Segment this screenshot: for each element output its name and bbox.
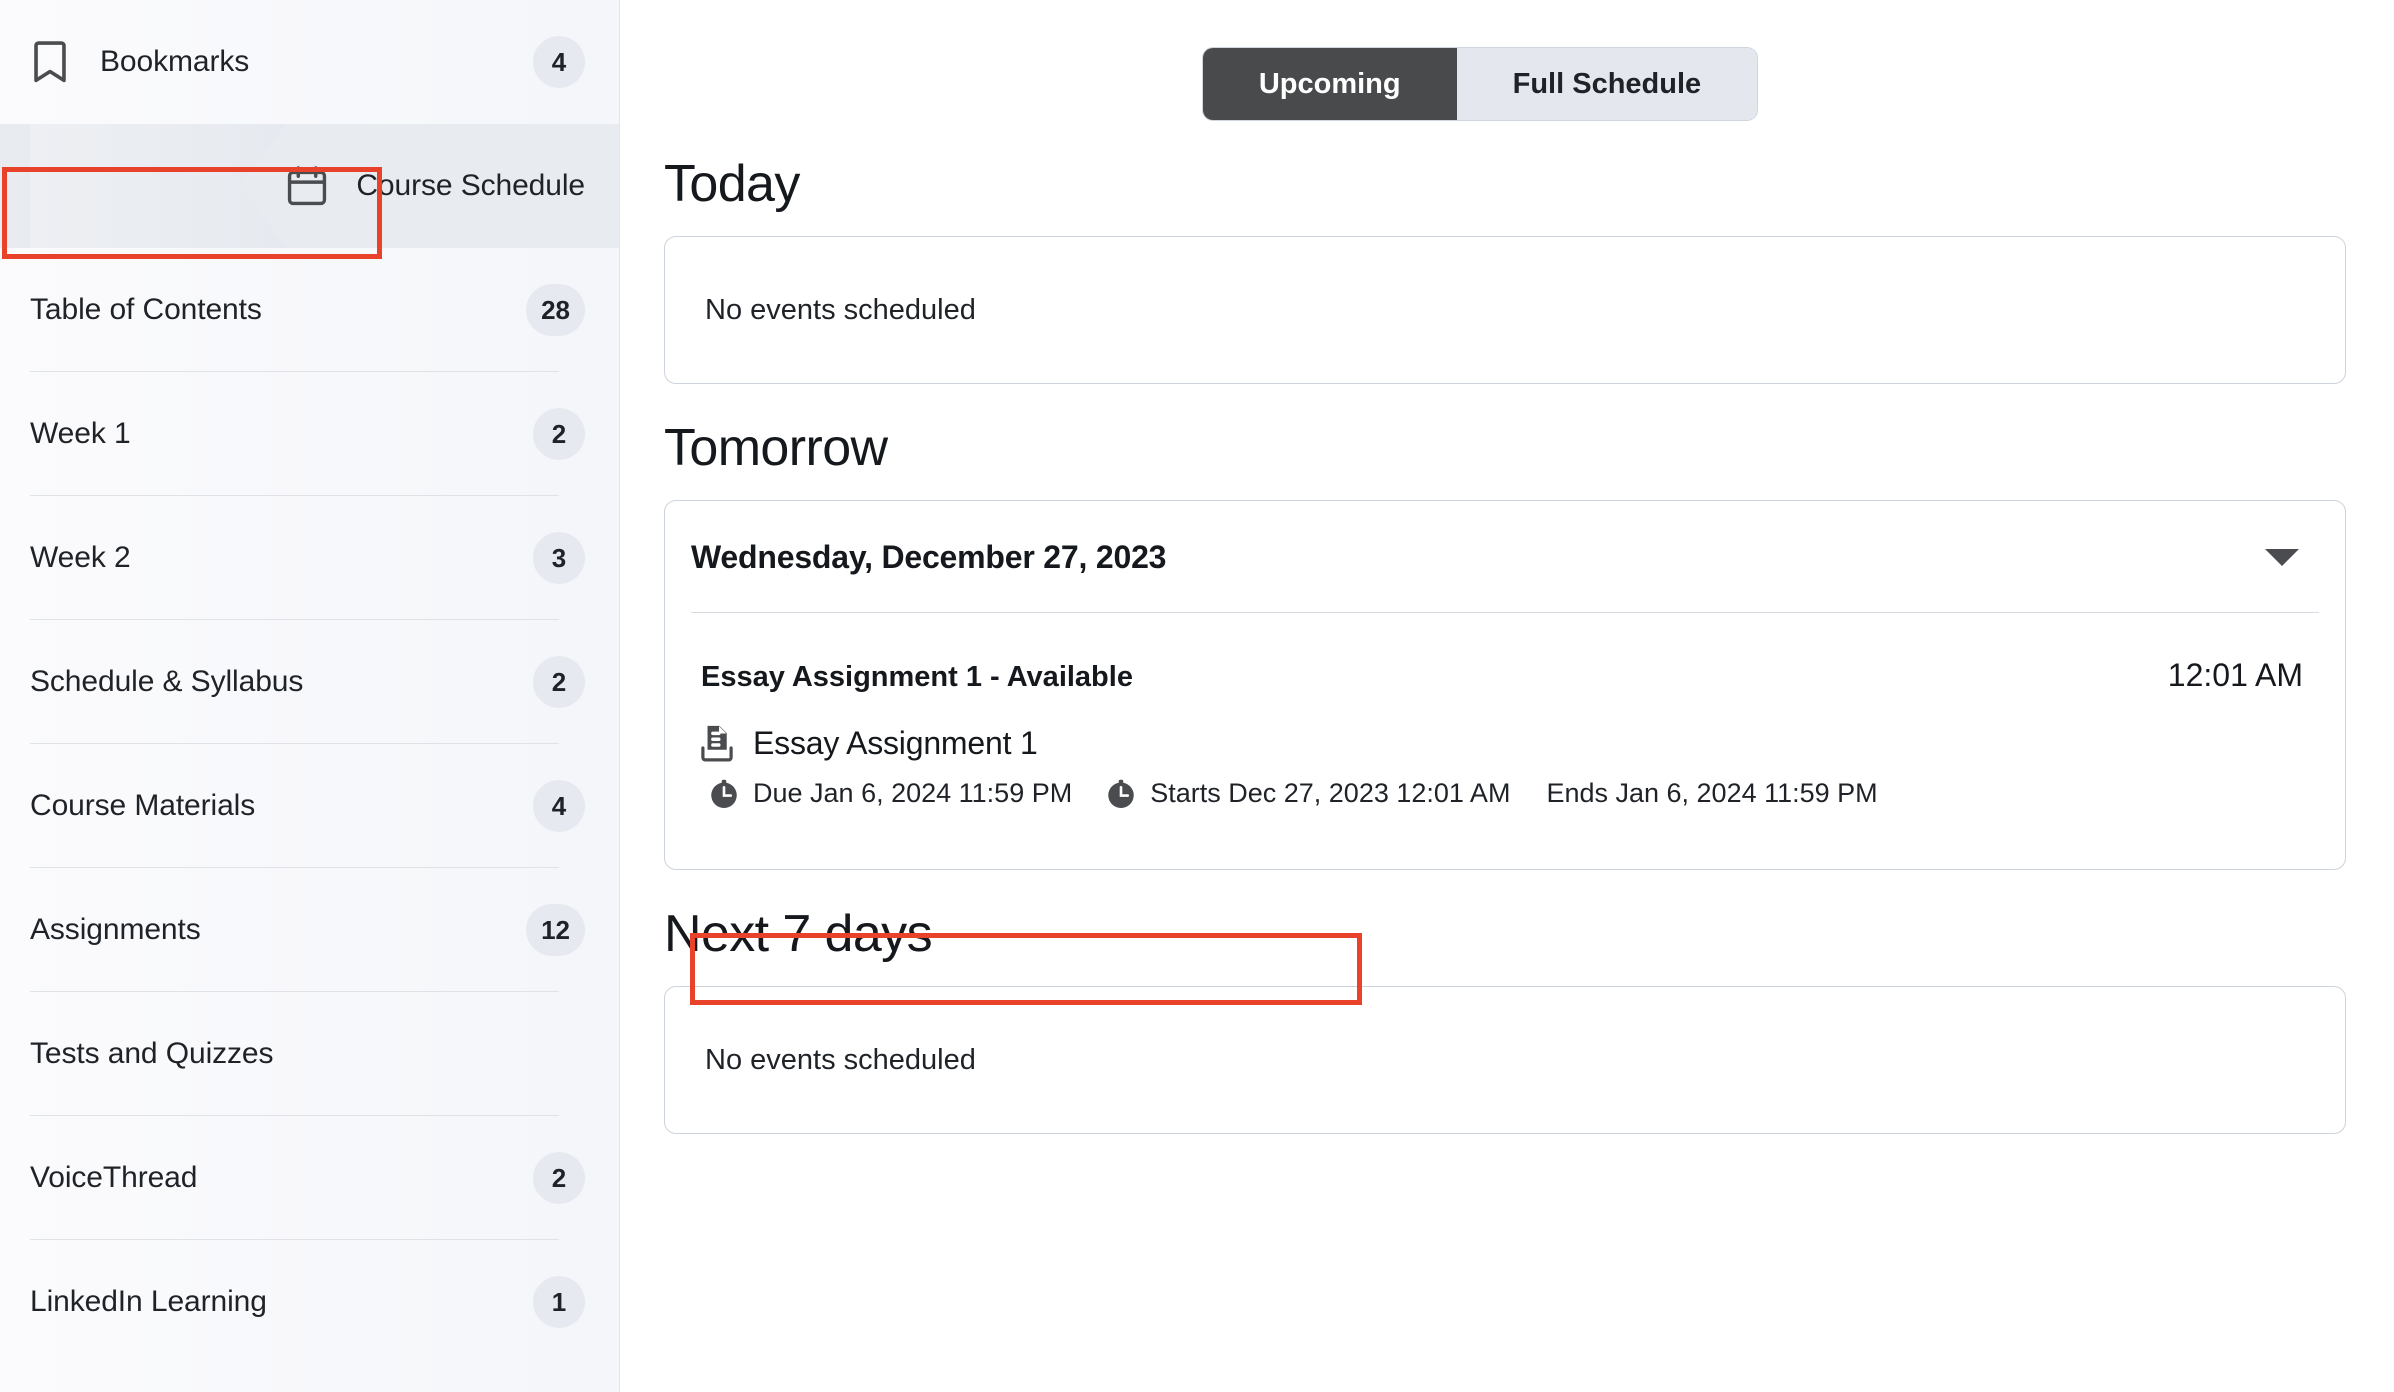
- event-meta-ends: Ends Jan 6, 2024 11:59 PM: [1532, 778, 1877, 809]
- sidebar-item-badge: 3: [533, 532, 585, 584]
- clock-icon: [709, 779, 739, 809]
- sidebar-item-bookmarks[interactable]: Bookmarks 4: [0, 0, 619, 124]
- today-empty-text: No events scheduled: [705, 294, 976, 327]
- section-today: Today No events scheduled: [620, 154, 2370, 384]
- course-sidebar: Bookmarks 4 Course Schedule Table of Con…: [0, 0, 620, 1392]
- active-ribbon: [30, 124, 286, 248]
- event-head-row: Essay Assignment 1 - Available 12:01 AM: [701, 657, 2303, 694]
- sidebar-item-badge: 4: [533, 780, 585, 832]
- sidebar-item-label: Tests and Quizzes: [30, 1037, 585, 1071]
- sidebar-item-badge: 2: [533, 656, 585, 708]
- sidebar-item-label: Schedule & Syllabus: [30, 665, 515, 699]
- tab-full-schedule[interactable]: Full Schedule: [1457, 48, 1758, 120]
- today-empty-card: No events scheduled: [664, 236, 2346, 384]
- section-title-next-7-days: Next 7 days: [664, 904, 2370, 964]
- event-name: Essay Assignment 1 - Available: [701, 661, 1133, 694]
- sidebar-item-week-1[interactable]: Week 1 2: [0, 372, 619, 496]
- sidebar-item-badge: 2: [533, 1152, 585, 1204]
- course-schedule-page: Bookmarks 4 Course Schedule Table of Con…: [0, 0, 2394, 1392]
- section-tomorrow: Tomorrow Wednesday, December 27, 2023 Es…: [620, 418, 2370, 870]
- event-body: Essay Assignment 1 - Available 12:01 AM: [665, 613, 2345, 869]
- sidebar-item-table-of-contents[interactable]: Table of Contents 28: [0, 248, 619, 372]
- sidebar-item-label: VoiceThread: [30, 1161, 515, 1195]
- sidebar-item-badge: 12: [526, 904, 585, 956]
- event-meta-due: Due Jan 6, 2024 11:59 PM: [709, 778, 1072, 809]
- schedule-main-content: Upcoming Full Schedule Today No events s…: [620, 0, 2394, 1392]
- section-next-7-days: Next 7 days No events scheduled: [620, 904, 2370, 1134]
- sidebar-item-label: Table of Contents: [30, 293, 508, 327]
- sidebar-item-course-schedule[interactable]: Course Schedule: [0, 124, 619, 248]
- next7-empty-text: No events scheduled: [705, 1044, 976, 1077]
- event-meta-row: Due Jan 6, 2024 11:59 PM Starts Dec 27: [701, 778, 2303, 809]
- sidebar-item-label: Assignments: [30, 913, 508, 947]
- clock-icon: [1106, 779, 1136, 809]
- sidebar-item-voicethread[interactable]: VoiceThread 2: [0, 1116, 619, 1240]
- next7-empty-card: No events scheduled: [664, 986, 2346, 1134]
- sidebar-item-label: LinkedIn Learning: [30, 1285, 515, 1319]
- sidebar-item-tests-and-quizzes[interactable]: Tests and Quizzes: [0, 992, 619, 1116]
- chevron-down-icon[interactable]: [2265, 549, 2299, 566]
- sidebar-item-schedule-and-syllabus[interactable]: Schedule & Syllabus 2: [0, 620, 619, 744]
- tomorrow-day-card: Wednesday, December 27, 2023 Essay Assig…: [664, 500, 2346, 870]
- sidebar-item-label: Bookmarks: [100, 45, 515, 79]
- sidebar-item-label: Week 1: [30, 417, 515, 451]
- event-link-row[interactable]: Essay Assignment 1: [701, 724, 2303, 762]
- sidebar-item-course-materials[interactable]: Course Materials 4: [0, 744, 619, 868]
- bookmark-icon: [30, 39, 74, 85]
- sidebar-item-badge: 1: [533, 1276, 585, 1328]
- day-header-toggle[interactable]: Wednesday, December 27, 2023: [665, 501, 2345, 612]
- sidebar-item-label: Course Schedule: [356, 169, 585, 203]
- section-title-tomorrow: Tomorrow: [664, 418, 2370, 478]
- assignment-document-icon: [701, 724, 733, 762]
- calendar-icon: [286, 165, 330, 207]
- sidebar-item-assignments[interactable]: Assignments 12: [0, 868, 619, 992]
- sidebar-item-badge: 2: [533, 408, 585, 460]
- sidebar-item-week-2[interactable]: Week 2 3: [0, 496, 619, 620]
- sidebar-item-label: Week 2: [30, 541, 515, 575]
- day-title: Wednesday, December 27, 2023: [691, 539, 1166, 576]
- sidebar-item-linkedin-learning[interactable]: LinkedIn Learning 1: [0, 1240, 619, 1364]
- event-link-label[interactable]: Essay Assignment 1: [753, 725, 1038, 762]
- sidebar-item-label: Course Materials: [30, 789, 515, 823]
- event-meta-due-text: Due Jan 6, 2024 11:59 PM: [753, 778, 1072, 809]
- event-time: 12:01 AM: [2168, 657, 2303, 694]
- tab-upcoming[interactable]: Upcoming: [1203, 48, 1457, 120]
- event-meta-starts-text: Starts Dec 27, 2023 12:01 AM: [1150, 778, 1510, 809]
- sidebar-item-badge: 28: [526, 284, 585, 336]
- event-meta-ends-text: Ends Jan 6, 2024 11:59 PM: [1546, 778, 1877, 809]
- segmented-control: Upcoming Full Schedule: [1203, 48, 1757, 120]
- sidebar-item-badge: 4: [533, 36, 585, 88]
- section-title-today: Today: [664, 154, 2370, 214]
- event-meta-starts: Starts Dec 27, 2023 12:01 AM: [1106, 778, 1510, 809]
- schedule-view-tabs: Upcoming Full Schedule: [620, 0, 2370, 120]
